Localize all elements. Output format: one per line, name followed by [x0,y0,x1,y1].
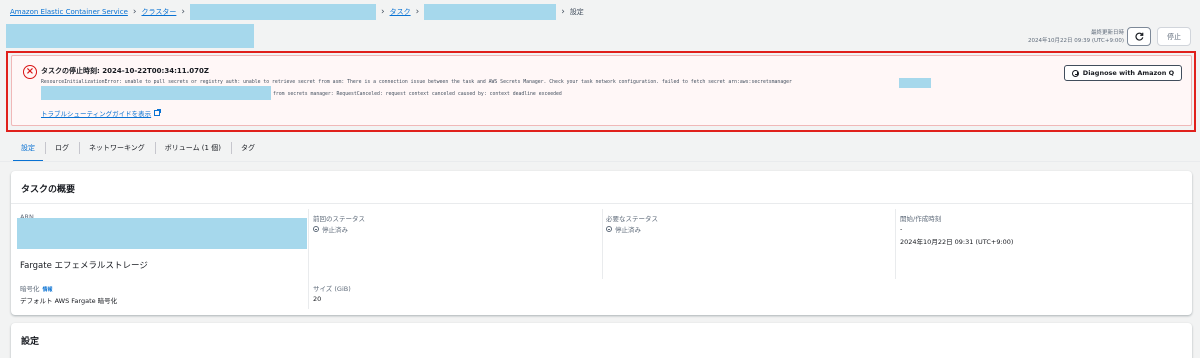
tab-logs[interactable]: ログ [45,138,79,158]
column-divider [308,209,309,279]
tab-networking[interactable]: ネットワーキング [79,138,155,158]
info-link[interactable]: 情報 [43,287,53,293]
chevron-right-icon: › [132,6,137,17]
task-summary-card: タスクの概要 ARN 前回のステータス 停止済み 必要なステータス 停止済み 開… [11,171,1192,315]
chevron-right-icon: › [561,6,565,17]
size-value: 20 [313,295,322,303]
encryption-label: 暗号化 情報 [20,283,53,293]
settings-card: 設定 [11,323,1192,358]
previous-status-label: 前回のステータス [313,215,365,223]
redacted-page-title [6,24,254,48]
tabs-divider [0,161,1200,162]
breadcrumb-clusters-link[interactable]: クラスター [142,7,177,17]
tab-configuration[interactable]: 設定 [11,138,45,162]
redacted-task-id[interactable] [424,4,557,20]
last-updated-value: 2024年10月22日 09:39 (UTC+9:00) [1028,38,1124,44]
chevron-right-icon: › [181,6,185,17]
breadcrumb-service-link[interactable]: Amazon Elastic Container Service [10,8,128,16]
tab-volumes[interactable]: ボリューム (1 個) [154,138,231,158]
stopped-status-icon [606,226,612,232]
fargate-storage-title: Fargate エフェメラルストレージ [20,261,148,271]
previous-status-text: 停止済み [322,226,348,234]
column-divider [602,209,603,279]
task-tabs: 設定 ログ ネットワーキング ボリューム (1 個) タグ [11,137,265,162]
previous-status-value: 停止済み [313,224,348,234]
column-divider [895,209,896,279]
diagnose-with-amazon-q-button[interactable]: Diagnose with Amazon Q [1064,65,1182,81]
column-divider [308,279,309,309]
chevron-right-icon: › [380,6,385,17]
last-updated: 最終更新日時 2024年10月22日 09:39 (UTC+9:00) [1028,29,1124,45]
encryption-label-text: 暗号化 [20,285,40,293]
redacted-arn-value [17,218,307,249]
redacted-secret-arn-part1 [899,78,931,88]
started-at-dash: - [900,225,903,233]
external-link-icon [154,109,162,116]
last-updated-label: 最終更新日時 [1090,30,1124,36]
refresh-button[interactable] [1127,27,1151,46]
encryption-value: デフォルト AWS Fargate 暗号化 [20,297,118,305]
redacted-cluster-name[interactable] [189,4,376,20]
chevron-right-icon: › [415,6,420,17]
stopped-status-icon [313,226,319,232]
breadcrumb-tasks-link[interactable]: タスク [390,7,411,17]
diagnose-label: Diagnose with Amazon Q [1082,69,1175,77]
card-header-divider [11,203,1192,204]
stop-button[interactable]: 停止 [1157,27,1191,46]
task-summary-title: タスクの概要 [21,185,76,195]
amazon-q-icon [1071,69,1079,77]
size-label: サイズ (GiB) [313,285,351,293]
tab-tags[interactable]: タグ [230,138,265,158]
desired-status-value: 停止済み [606,224,641,234]
alert-title: タスクの停止時刻: 2024-10-22T00:34:11.070Z [41,67,209,75]
task-stopped-error-alert: × タスクの停止時刻: 2024-10-22T00:34:11.070Z Res… [11,55,1192,126]
started-at-label: 開始/作成時刻 [900,215,942,223]
breadcrumb: Amazon Elastic Container Service › クラスター… [10,4,584,20]
started-at-value: 2024年10月22日 09:31 (UTC+9:00) [900,238,1014,246]
ecs-task-configuration-page: Amazon Elastic Container Service › クラスター… [0,0,1200,358]
settings-title: 設定 [21,337,40,347]
troubleshooting-guide-label: トラブルシューティングガイドを表示 [41,110,152,118]
alert-message-line1: ResourceInitializationError: unable to p… [41,80,792,85]
desired-status-text: 停止済み [615,226,641,234]
redacted-secret-arn-part2 [41,86,271,100]
desired-status-label: 必要なステータス [606,215,658,223]
error-icon: × [23,65,37,79]
alert-message-line2: from secrets manager: RequestCanceled: r… [273,92,562,97]
refresh-icon [1134,32,1143,41]
breadcrumb-current: 設定 [569,8,584,16]
troubleshooting-guide-link[interactable]: トラブルシューティングガイドを表示 [41,108,162,118]
